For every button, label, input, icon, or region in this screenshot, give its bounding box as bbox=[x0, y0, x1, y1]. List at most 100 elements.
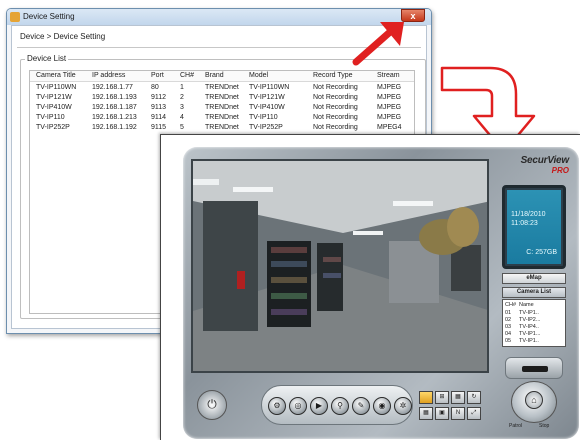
table-cell: 9114 bbox=[151, 114, 167, 121]
table-row[interactable]: TV-IP110WN 192.168.1.77 80 1 TRENDnet TV… bbox=[30, 83, 414, 93]
nine-view-icon[interactable]: ▦ bbox=[451, 391, 465, 404]
lcd-display: 11/18/2010 11:08:23 C: 257GB bbox=[502, 185, 566, 269]
table-cell: Not Recording bbox=[313, 124, 358, 131]
table-cell: 9112 bbox=[151, 94, 167, 101]
table-cell: TV-IP110WN bbox=[249, 84, 290, 91]
table-cell: TV-IP121W bbox=[36, 94, 72, 101]
table-cell: 192.168.1.213 bbox=[92, 114, 137, 121]
ptz-joystick[interactable]: ⌂ bbox=[511, 381, 557, 423]
table-cell: TV-IP110 bbox=[36, 114, 65, 121]
lcd-date: 11/18/2010 bbox=[511, 211, 546, 218]
column-header[interactable]: Brand bbox=[205, 72, 224, 79]
stop-button[interactable]: Stop bbox=[539, 423, 549, 429]
table-cell: MPEG4 bbox=[377, 124, 402, 131]
snapshot-icon[interactable]: ◉ bbox=[373, 397, 391, 415]
table-cell: 192.168.1.77 bbox=[92, 84, 133, 91]
table-cell: Not Recording bbox=[313, 94, 358, 101]
table-cell: 192.168.1.193 bbox=[92, 94, 137, 101]
ch-header: CH# bbox=[505, 302, 517, 308]
ptz-control: ⌂ Patrol Stop bbox=[501, 357, 567, 429]
lcd-screen: 11/18/2010 11:08:23 C: 257GB bbox=[507, 190, 561, 264]
rotate-icon[interactable]: ↻ bbox=[467, 391, 481, 404]
n-icon[interactable]: N bbox=[451, 407, 465, 420]
settings-icon[interactable]: ⚙ bbox=[268, 397, 286, 415]
table-cell: Not Recording bbox=[313, 104, 358, 111]
table-cell: 3 bbox=[180, 104, 184, 111]
bottom-controls: ⏻ ⚙ ◎ ▶ ⚲ ✎ ◉ ✲ ⊞ ▦ ↻ ▦ ▣ N ⤢ bbox=[191, 379, 491, 431]
table-cell: TRENDnet bbox=[205, 94, 239, 101]
edit-icon[interactable]: ✎ bbox=[352, 397, 370, 415]
table-cell: 5 bbox=[180, 124, 184, 131]
patrol-button[interactable]: Patrol bbox=[509, 423, 522, 429]
control-bar: ⚙ ◎ ▶ ⚲ ✎ ◉ ✲ bbox=[261, 385, 413, 425]
camera-ch: 01 bbox=[505, 310, 512, 316]
column-header[interactable]: Port bbox=[151, 72, 164, 79]
record-icon[interactable]: ◎ bbox=[289, 397, 307, 415]
quad-view-icon[interactable]: ⊞ bbox=[435, 391, 449, 404]
name-header: Name bbox=[519, 302, 534, 308]
table-cell: TV-IP252P bbox=[36, 124, 70, 131]
table-row[interactable]: TV-IP110 192.168.1.213 9114 4 TRENDnet T… bbox=[30, 113, 414, 123]
table-cell: 80 bbox=[151, 84, 159, 91]
column-header[interactable]: Model bbox=[249, 72, 268, 79]
camera-ch: 02 bbox=[505, 317, 512, 323]
camera-ch: 03 bbox=[505, 324, 512, 330]
securview-window: SecurView PRO 11/18/2010 11:08:23 C: 257… bbox=[160, 134, 580, 440]
table-cell: 9115 bbox=[151, 124, 167, 131]
securview-frame: SecurView PRO 11/18/2010 11:08:23 C: 257… bbox=[183, 147, 579, 439]
camera-name: TV-IP1.. bbox=[519, 310, 539, 316]
table-cell: MJPEG bbox=[377, 114, 402, 121]
side-panel: SecurView PRO 11/18/2010 11:08:23 C: 257… bbox=[497, 153, 575, 433]
table-cell: TV-IP121W bbox=[249, 94, 285, 101]
camera-list-item[interactable]: 05 TV-IP1.. bbox=[505, 338, 565, 346]
fullscreen-icon[interactable]: ⤢ bbox=[467, 407, 481, 420]
table-cell: TRENDnet bbox=[205, 104, 239, 111]
camera-video[interactable] bbox=[191, 159, 489, 373]
camera-ch: 05 bbox=[505, 338, 512, 344]
zoom-slider[interactable] bbox=[505, 357, 563, 379]
camera-list: CH# Name 01 TV-IP1.. 02 TV-IP2... 03 TV-… bbox=[502, 299, 566, 347]
column-header[interactable]: Stream bbox=[377, 72, 400, 79]
table-cell: 9113 bbox=[151, 104, 167, 111]
table-cell: Not Recording bbox=[313, 84, 358, 91]
emap-button[interactable]: eMap bbox=[502, 273, 566, 284]
securview-logo: SecurView bbox=[520, 155, 570, 166]
camera-name: TV-IP4.. bbox=[519, 324, 539, 330]
sixteen-view-icon[interactable]: ▦ bbox=[419, 407, 433, 420]
config-icon[interactable]: ✲ bbox=[394, 397, 412, 415]
layout-buttons: ⊞ ▦ ↻ ▦ ▣ N ⤢ bbox=[419, 391, 491, 427]
custom-view-icon[interactable]: ▣ bbox=[435, 407, 449, 420]
table-row[interactable]: TV-IP410W 192.168.1.187 9113 3 TRENDnet … bbox=[30, 103, 414, 113]
table-cell: TV-IP252P bbox=[249, 124, 283, 131]
table-cell: 192.168.1.187 bbox=[92, 104, 137, 111]
power-icon[interactable]: ⏻ bbox=[197, 390, 227, 420]
table-cell: 192.168.1.192 bbox=[92, 124, 137, 131]
table-cell: TRENDnet bbox=[205, 114, 239, 121]
home-icon[interactable]: ⌂ bbox=[525, 391, 543, 409]
table-row[interactable]: TV-IP121W 192.168.1.193 9112 2 TRENDnet … bbox=[30, 93, 414, 103]
table-cell: TV-IP110WN bbox=[36, 84, 77, 91]
table-cell: 1 bbox=[180, 84, 184, 91]
column-header[interactable]: CH# bbox=[180, 72, 194, 79]
pro-logo: PRO bbox=[551, 166, 569, 175]
search-icon[interactable]: ⚲ bbox=[331, 397, 349, 415]
table-cell: TV-IP410W bbox=[36, 104, 72, 111]
table-cell: MJPEG bbox=[377, 84, 402, 91]
table-cell: TV-IP410W bbox=[249, 104, 285, 111]
window-title: Device Setting bbox=[23, 12, 75, 21]
play-icon[interactable]: ▶ bbox=[310, 397, 328, 415]
column-header[interactable]: Camera Title bbox=[36, 72, 76, 79]
table-row[interactable]: TV-IP252P 192.168.1.192 9115 5 TRENDnet … bbox=[30, 123, 414, 133]
column-header[interactable]: IP address bbox=[92, 72, 125, 79]
breadcrumb: Device > Device Setting bbox=[20, 32, 106, 41]
group-label: Device List bbox=[25, 54, 69, 63]
single-view-icon[interactable] bbox=[419, 391, 433, 404]
table-cell: TRENDnet bbox=[205, 124, 239, 131]
table-header: Camera Title IP address Port CH# Brand M… bbox=[30, 71, 414, 82]
office-scene-image bbox=[193, 161, 487, 371]
column-header[interactable]: Record Type bbox=[313, 72, 353, 79]
table-cell: MJPEG bbox=[377, 104, 402, 111]
camera-ch: 04 bbox=[505, 331, 512, 337]
camera-list-header[interactable]: Camera List bbox=[502, 287, 566, 298]
disk-space: C: 257GB bbox=[526, 249, 557, 256]
